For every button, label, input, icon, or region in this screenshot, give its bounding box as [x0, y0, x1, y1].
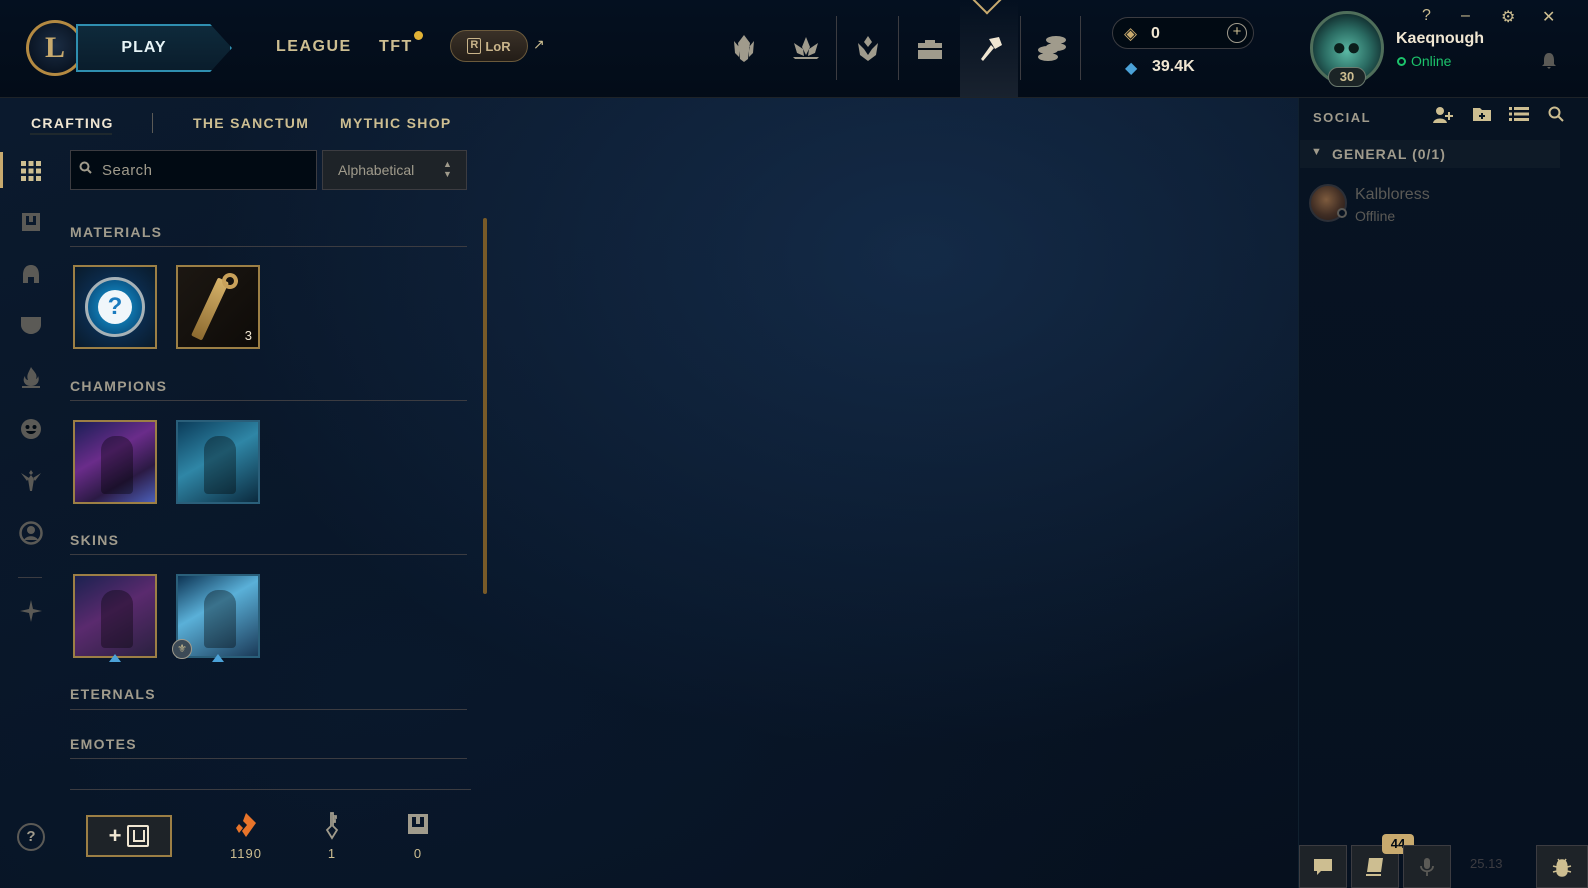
grid-all-icon[interactable] — [18, 158, 44, 184]
tab-the-sanctum[interactable]: THE SANCTUM — [193, 115, 309, 131]
section-eternals-title: ETERNALS — [70, 686, 156, 702]
chat-button[interactable] — [1299, 845, 1347, 888]
online-status[interactable]: Online — [1411, 53, 1451, 69]
lor-button[interactable]: R LoR — [450, 30, 528, 62]
nav-league[interactable]: LEAGUE — [276, 38, 352, 56]
home-crest-icon[interactable] — [716, 22, 772, 74]
tab-mythic-shop[interactable]: MYTHIC SHOP — [340, 115, 452, 131]
chevron-down-icon: ▼ — [1311, 146, 1322, 158]
league-logo: L — [26, 20, 84, 76]
add-folder-icon[interactable] — [1469, 106, 1495, 130]
tft-notification-dot — [414, 31, 423, 40]
play-button[interactable]: PLAY — [76, 24, 232, 72]
friend-status: Offline — [1355, 208, 1396, 224]
help-window-button[interactable]: ? — [1422, 7, 1431, 25]
emote-face-icon[interactable] — [18, 416, 44, 442]
tab-crafting[interactable]: CRAFTING — [31, 115, 114, 131]
chest-icon — [127, 825, 150, 847]
section-skins-title: SKINS — [70, 532, 120, 548]
section-champions-title: CHAMPIONS — [70, 378, 168, 394]
buy-rp-button[interactable]: + — [1227, 23, 1247, 43]
rail-divider — [18, 577, 42, 578]
store-divider — [1080, 16, 1081, 80]
level-badge: 30 — [1328, 67, 1366, 87]
external-link-icon: ↗ — [533, 36, 545, 52]
skin-shard-tile[interactable] — [73, 574, 157, 658]
eternal-flame-icon[interactable] — [18, 364, 44, 390]
riot-points-value: 0 — [1151, 25, 1160, 42]
section-divider — [70, 400, 467, 401]
section-divider — [70, 554, 467, 555]
chest-filter-icon[interactable] — [18, 209, 44, 235]
key-fragment-icon — [191, 277, 229, 341]
mastery-badge-icon: ⚜ — [172, 639, 192, 659]
key-icon — [302, 812, 362, 840]
skin-rarity-gem-icon — [109, 654, 121, 662]
tab-active-underline — [30, 133, 112, 135]
store-coins-icon[interactable] — [1024, 22, 1080, 74]
chest-counter: 0 — [388, 812, 448, 861]
close-button[interactable]: ✕ — [1542, 7, 1555, 27]
section-divider — [70, 758, 467, 759]
store-divider — [836, 16, 837, 80]
key-fragment-tile[interactable]: 3 — [176, 265, 260, 349]
champion-shard-tile[interactable] — [73, 420, 157, 504]
bottom-divider — [70, 789, 471, 790]
collection-bag-icon[interactable] — [902, 22, 958, 74]
store-divider — [1020, 16, 1021, 80]
nav-tft[interactable]: TFT — [379, 38, 413, 56]
section-divider — [70, 246, 467, 247]
blue-essence-icon: ◆ — [1125, 60, 1138, 77]
bell-icon[interactable] — [1541, 52, 1557, 75]
profile-shield-icon[interactable] — [840, 22, 896, 74]
add-chest-button[interactable]: + — [86, 815, 172, 857]
lor-r-icon: R — [467, 38, 482, 54]
riot-points-icon: ◈ — [1124, 24, 1138, 43]
skin-rarity-gem-icon — [212, 654, 224, 662]
blue-essence-value: 39.4K — [1152, 58, 1195, 75]
key-counter: 1 — [302, 812, 362, 861]
section-emotes-title: EMOTES — [70, 736, 137, 752]
other-loot-icon[interactable] — [18, 598, 44, 624]
rail-active-indicator — [0, 152, 3, 188]
summoner-icon-filter-icon[interactable] — [18, 520, 44, 546]
add-friend-icon[interactable] — [1430, 106, 1456, 130]
friend-name[interactable]: Kalbloress — [1355, 186, 1430, 204]
skin-mask-icon[interactable] — [18, 312, 44, 338]
help-button[interactable]: ? — [17, 823, 45, 851]
scrollbar[interactable] — [483, 218, 487, 594]
champion-helmet-icon[interactable] — [18, 261, 44, 287]
clash-lotus-icon[interactable] — [778, 22, 834, 74]
username: Kaeqnough — [1396, 30, 1484, 47]
tab-separator — [152, 113, 153, 133]
client-version: 25.13 — [1470, 856, 1503, 871]
sort-arrows-icon: ▲ ▼ — [443, 159, 452, 179]
section-divider — [70, 709, 467, 710]
section-materials-title: MATERIALS — [70, 224, 163, 240]
loot-hammer-icon[interactable] — [962, 22, 1018, 74]
online-status-icon — [1397, 57, 1406, 66]
search-input[interactable] — [102, 157, 302, 183]
ward-totem-icon[interactable] — [18, 468, 44, 494]
minimize-button[interactable]: – — [1461, 7, 1470, 25]
chest-icon — [388, 812, 448, 840]
orange-essence-counter: 1190 — [216, 812, 276, 861]
voice-button[interactable] — [1403, 845, 1451, 888]
mystery-material-tile[interactable]: ? — [73, 265, 157, 349]
champion-shard-tile[interactable] — [176, 420, 260, 504]
store-divider — [898, 16, 899, 80]
social-title: SOCIAL — [1313, 110, 1372, 125]
mystery-orb-icon: ? — [85, 277, 145, 337]
friend-group-title: GENERAL (0/1) — [1332, 146, 1446, 162]
settings-gear-icon[interactable]: ⚙ — [1501, 7, 1515, 27]
social-search-icon[interactable] — [1543, 106, 1569, 130]
key-fragment-count: 3 — [244, 328, 252, 343]
report-bug-icon[interactable] — [1536, 845, 1588, 888]
orange-essence-icon — [216, 812, 276, 840]
list-view-icon[interactable] — [1506, 106, 1532, 130]
search-icon — [79, 161, 92, 177]
offline-status-icon — [1337, 208, 1347, 218]
avatar-face-icon: ●● — [1332, 34, 1361, 61]
